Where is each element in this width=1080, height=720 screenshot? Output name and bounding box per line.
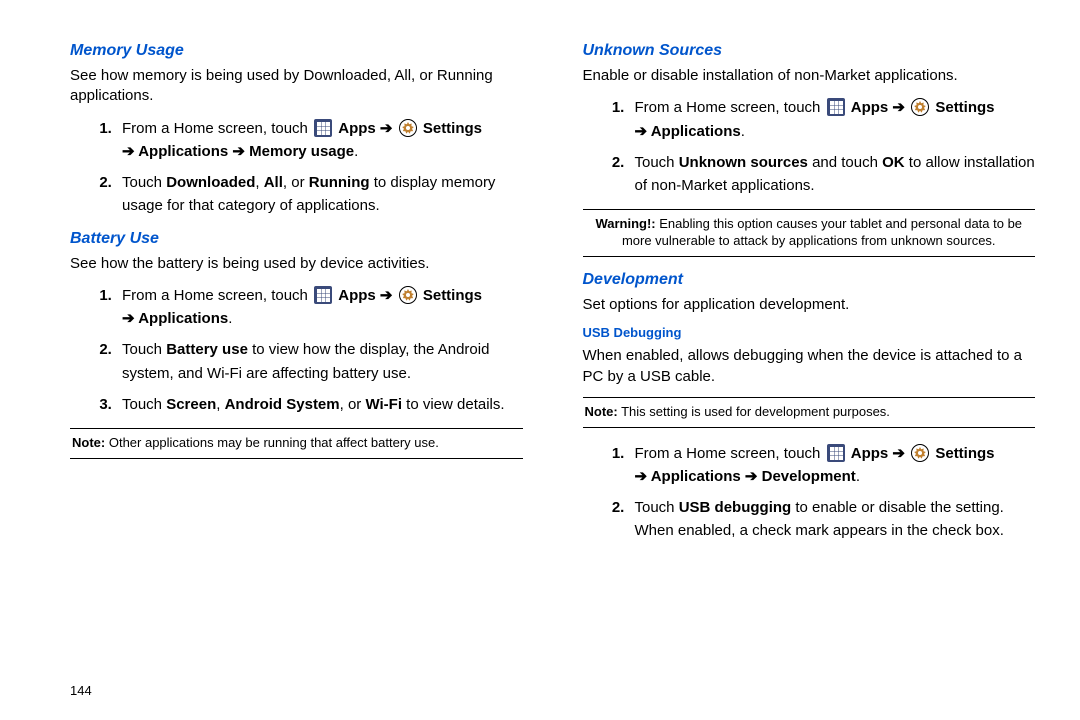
path-tail: ➔ Applications ➔ Development xyxy=(635,468,856,485)
t: , xyxy=(255,174,263,191)
warn-prefix: Warning!: xyxy=(595,216,655,231)
apps-label: Apps xyxy=(338,287,376,304)
unknown-step-2: Touch Unknown sources and touch OK to al… xyxy=(629,151,1036,198)
period: . xyxy=(741,123,745,140)
settings-icon xyxy=(399,119,417,137)
period: . xyxy=(856,468,860,485)
period: . xyxy=(354,143,358,160)
step-text: From a Home screen, touch xyxy=(122,287,308,304)
t: All xyxy=(264,174,283,191)
dev-steps: From a Home screen, touch Apps ➔ Setting… xyxy=(583,442,1036,543)
t: Touch xyxy=(635,499,679,516)
note-text: This setting is used for development pur… xyxy=(621,404,890,419)
settings-icon xyxy=(911,444,929,462)
apps-icon xyxy=(314,119,332,137)
t: and touch xyxy=(808,154,882,171)
dev-step-2: Touch USB debugging to enable or disable… xyxy=(629,496,1036,543)
heading-battery-use: Battery Use xyxy=(70,230,523,248)
right-column: Unknown Sources Enable or disable instal… xyxy=(583,38,1036,555)
t: Touch xyxy=(122,396,166,413)
note-text: Other applications may be running that a… xyxy=(109,435,439,450)
t: Android System xyxy=(225,396,340,413)
battery-intro: See how the battery is being used by dev… xyxy=(70,254,523,274)
period: . xyxy=(228,310,232,327)
dev-intro: Set options for application development. xyxy=(583,295,1036,315)
apps-label: Apps xyxy=(851,445,889,462)
note-prefix: Note: xyxy=(72,435,105,450)
step-text: From a Home screen, touch xyxy=(122,120,308,137)
path-tail: ➔ Applications xyxy=(122,310,228,327)
settings-icon xyxy=(911,98,929,116)
note-prefix: Note: xyxy=(585,404,618,419)
settings-icon xyxy=(399,286,417,304)
subheading-usb-debugging: USB Debugging xyxy=(583,325,1036,340)
page-number: 144 xyxy=(70,683,92,698)
heading-development: Development xyxy=(583,271,1036,289)
t: Touch xyxy=(122,341,166,358)
battery-note: Note: Other applications may be running … xyxy=(70,428,523,459)
arrow-icon: ➔ xyxy=(380,287,393,304)
t: Screen xyxy=(166,396,216,413)
battery-steps: From a Home screen, touch Apps ➔ Setting… xyxy=(70,284,523,416)
unknown-steps: From a Home screen, touch Apps ➔ Setting… xyxy=(583,96,1036,197)
battery-step-2: Touch Battery use to view how the displa… xyxy=(116,338,523,385)
arrow-icon: ➔ xyxy=(892,99,905,116)
unknown-step-1: From a Home screen, touch Apps ➔ Setting… xyxy=(629,96,1036,143)
warn-text: Enabling this option causes your tablet … xyxy=(622,216,1022,248)
battery-step-1: From a Home screen, touch Apps ➔ Setting… xyxy=(116,284,523,331)
apps-icon xyxy=(827,98,845,116)
settings-label: Settings xyxy=(935,445,994,462)
step-text: From a Home screen, touch xyxy=(635,445,821,462)
path-tail: ➔ Applications xyxy=(635,123,741,140)
settings-label: Settings xyxy=(423,287,482,304)
heading-unknown-sources: Unknown Sources xyxy=(583,42,1036,60)
settings-label: Settings xyxy=(423,120,482,137)
t: Downloaded xyxy=(166,174,255,191)
battery-step-3: Touch Screen, Android System, or Wi-Fi t… xyxy=(116,393,523,416)
apps-icon xyxy=(314,286,332,304)
t: , or xyxy=(283,174,309,191)
t: to view details. xyxy=(402,396,505,413)
apps-label: Apps xyxy=(338,120,376,137)
t: OK xyxy=(882,154,905,171)
step-text: From a Home screen, touch xyxy=(635,99,821,116)
t: Running xyxy=(309,174,370,191)
heading-memory-usage: Memory Usage xyxy=(70,42,523,60)
arrow-icon: ➔ xyxy=(380,120,393,137)
usb-desc: When enabled, allows debugging when the … xyxy=(583,346,1036,387)
t: Touch xyxy=(122,174,166,191)
left-column: Memory Usage See how memory is being use… xyxy=(70,38,523,555)
dev-note: Note: This setting is used for developme… xyxy=(583,397,1036,428)
memory-intro: See how memory is being used by Download… xyxy=(70,66,523,107)
page: Memory Usage See how memory is being use… xyxy=(0,0,1080,575)
memory-step-1: From a Home screen, touch Apps ➔ Setting… xyxy=(116,117,523,164)
memory-step-2: Touch Downloaded, All, or Running to dis… xyxy=(116,171,523,218)
t: , xyxy=(216,396,224,413)
t: , or xyxy=(340,396,366,413)
apps-icon xyxy=(827,444,845,462)
path-tail: ➔ Applications ➔ Memory usage xyxy=(122,143,354,160)
t: Touch xyxy=(635,154,679,171)
t: Unknown sources xyxy=(679,154,808,171)
unknown-warning: Warning!: Enabling this option causes yo… xyxy=(583,209,1036,257)
t: Battery use xyxy=(166,341,248,358)
settings-label: Settings xyxy=(935,99,994,116)
apps-label: Apps xyxy=(851,99,889,116)
memory-steps: From a Home screen, touch Apps ➔ Setting… xyxy=(70,117,523,218)
t: USB debugging xyxy=(679,499,792,516)
dev-step-1: From a Home screen, touch Apps ➔ Setting… xyxy=(629,442,1036,489)
t: Wi-Fi xyxy=(365,396,402,413)
arrow-icon: ➔ xyxy=(892,445,905,462)
unknown-intro: Enable or disable installation of non-Ma… xyxy=(583,66,1036,86)
